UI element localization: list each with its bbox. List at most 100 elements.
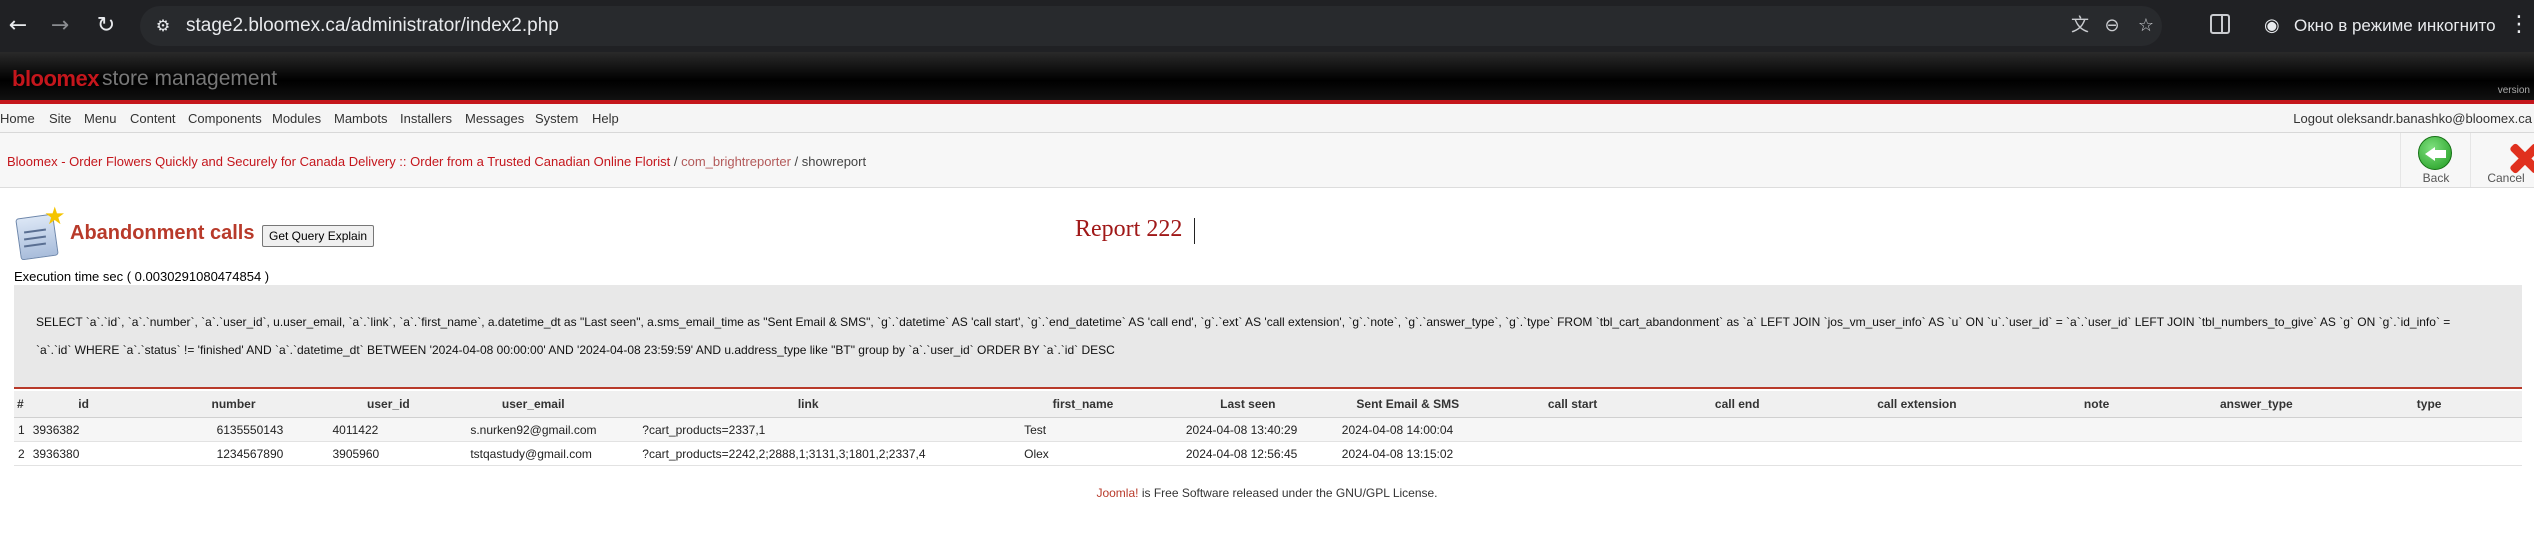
table-cell: 3936382 (28, 417, 139, 442)
table-cell (2016, 417, 2177, 442)
back-arrow-icon[interactable]: ← (2, 10, 34, 42)
admin-menubar: Home Site Menu Content Components Module… (0, 104, 2534, 133)
table-cell (2176, 417, 2337, 442)
column-header: answer_type (2176, 391, 2337, 418)
breadcrumb-component[interactable]: com_brightreporter (681, 154, 791, 169)
column-header: type (2336, 391, 2522, 418)
menu-content[interactable]: Content (130, 111, 176, 126)
results-table: # id number user_id user_email link firs… (14, 391, 2522, 466)
admin-header: bloomex store management version (0, 52, 2534, 100)
menu-site[interactable]: Site (49, 111, 71, 126)
table-row: 2 3936380 1234567890 3905960 tstqastudy@… (14, 441, 2522, 466)
table-cell: 2024-04-08 13:15:02 (1327, 441, 1488, 466)
get-query-explain-button[interactable]: Get Query Explain (262, 225, 375, 247)
menu-mambots[interactable]: Mambots (334, 111, 387, 126)
cancel-button[interactable]: Cancel (2470, 133, 2534, 187)
menu-home[interactable]: Home (0, 111, 35, 126)
pathway-toolbar: Bloomex - Order Flowers Quickly and Secu… (0, 133, 2534, 188)
breadcrumb-site[interactable]: Bloomex - Order Flowers Quickly and Secu… (7, 154, 670, 169)
back-icon (2418, 136, 2452, 170)
menu-messages[interactable]: Messages (465, 111, 524, 126)
header-subtitle: store management (102, 67, 278, 90)
table-cell: 1 (14, 417, 29, 442)
column-header: call end (1657, 391, 1818, 418)
table-cell: 6135550143 (138, 417, 329, 442)
site-logo: bloomex (12, 66, 99, 91)
menu-help[interactable]: Help (592, 111, 619, 126)
logout-link[interactable]: Logout oleksandr.banashko@bloomex.ca (2293, 111, 2532, 126)
table-cell: Olex (998, 441, 1168, 466)
table-cell (2336, 417, 2522, 442)
table-cell: ?cart_products=2337,1 (618, 417, 999, 442)
table-cell (1487, 441, 1658, 466)
column-header: # (14, 391, 29, 418)
execution-time: Execution time sec ( 0.0030291080474854 … (14, 269, 270, 284)
breadcrumb-separator: / (670, 154, 682, 169)
table-cell (1657, 417, 1818, 442)
menu-system[interactable]: System (535, 111, 578, 126)
menu-installers[interactable]: Installers (400, 111, 452, 126)
forward-arrow-icon[interactable]: → (44, 10, 76, 42)
column-header: link (618, 391, 999, 418)
column-header: id (28, 391, 139, 418)
zoom-icon[interactable]: ⊖ (2100, 14, 2124, 38)
table-cell: 1234567890 (138, 441, 329, 466)
table-cell (1817, 441, 2017, 466)
bookmark-star-icon[interactable]: ☆ (2134, 14, 2158, 38)
address-bar[interactable]: ⚙ stage2.bloomex.ca/administrator/index2… (140, 6, 2162, 46)
column-header: first_name (998, 391, 1168, 418)
column-header: number (138, 391, 329, 418)
table-cell: 2024-04-08 12:56:45 (1167, 441, 1328, 466)
table-cell: tstqastudy@gmail.com (448, 441, 619, 466)
table-cell (2176, 441, 2337, 466)
table-cell: 2024-04-08 13:40:29 (1167, 417, 1328, 442)
translate-icon[interactable]: 文 (2068, 14, 2092, 38)
table-cell: 4011422 (328, 417, 449, 442)
page-title: Abandonment calls (70, 222, 255, 244)
column-header: note (2016, 391, 2177, 418)
column-header: Sent Email & SMS (1327, 391, 1488, 418)
table-cell (2336, 441, 2522, 466)
table-cell (1657, 441, 1818, 466)
table-cell: 3905960 (328, 441, 449, 466)
breadcrumb-task: showreport (801, 154, 867, 169)
table-cell (1487, 417, 1658, 442)
sql-query-box: SELECT `a`.`id`, `a`.`number`, `a`.`user… (14, 285, 2522, 387)
joomla-link[interactable]: Joomla! (1096, 486, 1138, 500)
table-cell: Test (998, 417, 1168, 442)
cancel-icon (2488, 136, 2534, 175)
table-cell: 3936380 (28, 441, 139, 466)
reload-icon[interactable]: ↻ (90, 10, 122, 42)
page-footer: Joomla! is Free Software released under … (0, 486, 2534, 500)
browser-chrome: ← → ↻ ⚙ stage2.bloomex.ca/administrator/… (0, 0, 2534, 52)
menu-menu[interactable]: Menu (84, 111, 117, 126)
kebab-menu-icon[interactable]: ⋮ (2508, 10, 2530, 40)
report-name: Report 222 (1075, 216, 1183, 242)
table-cell (1817, 417, 2017, 442)
table-cell: s.nurken92@gmail.com (448, 417, 619, 442)
cancel-label: Cancel (2487, 171, 2525, 185)
incognito-indicator[interactable]: ◉ Окно в режиме инкогнито (2252, 6, 2496, 46)
version-label: version (2497, 85, 2530, 96)
column-header: user_id (328, 391, 449, 418)
incognito-label: Окно в режиме инкогнито (2294, 16, 2496, 35)
breadcrumb: Bloomex - Order Flowers Quickly and Secu… (7, 154, 866, 169)
text-cursor (1194, 218, 1195, 244)
url-text[interactable]: stage2.bloomex.ca/administrator/index2.p… (186, 15, 559, 37)
back-label: Back (2422, 171, 2450, 185)
back-button[interactable]: Back (2400, 133, 2471, 187)
site-settings-icon[interactable]: ⚙ (152, 15, 174, 37)
table-header-row: # id number user_id user_email link firs… (14, 391, 2522, 418)
breadcrumb-separator: / (790, 154, 802, 169)
menu-modules[interactable]: Modules (272, 111, 321, 126)
sql-query-text: SELECT `a`.`id`, `a`.`number`, `a`.`user… (36, 315, 2451, 357)
table-cell (2016, 441, 2177, 466)
incognito-icon: ◉ (2264, 15, 2280, 36)
menu-components[interactable]: Components (188, 111, 262, 126)
column-header: call start (1487, 391, 1658, 418)
table-cell: 2024-04-08 14:00:04 (1327, 417, 1488, 442)
side-panel-icon[interactable] (2210, 14, 2230, 34)
report-icon: ★ (14, 202, 66, 261)
table-cell: ?cart_products=2242,2;2888,1;3131,3;1801… (618, 441, 999, 466)
table-cell: 2 (14, 441, 29, 466)
